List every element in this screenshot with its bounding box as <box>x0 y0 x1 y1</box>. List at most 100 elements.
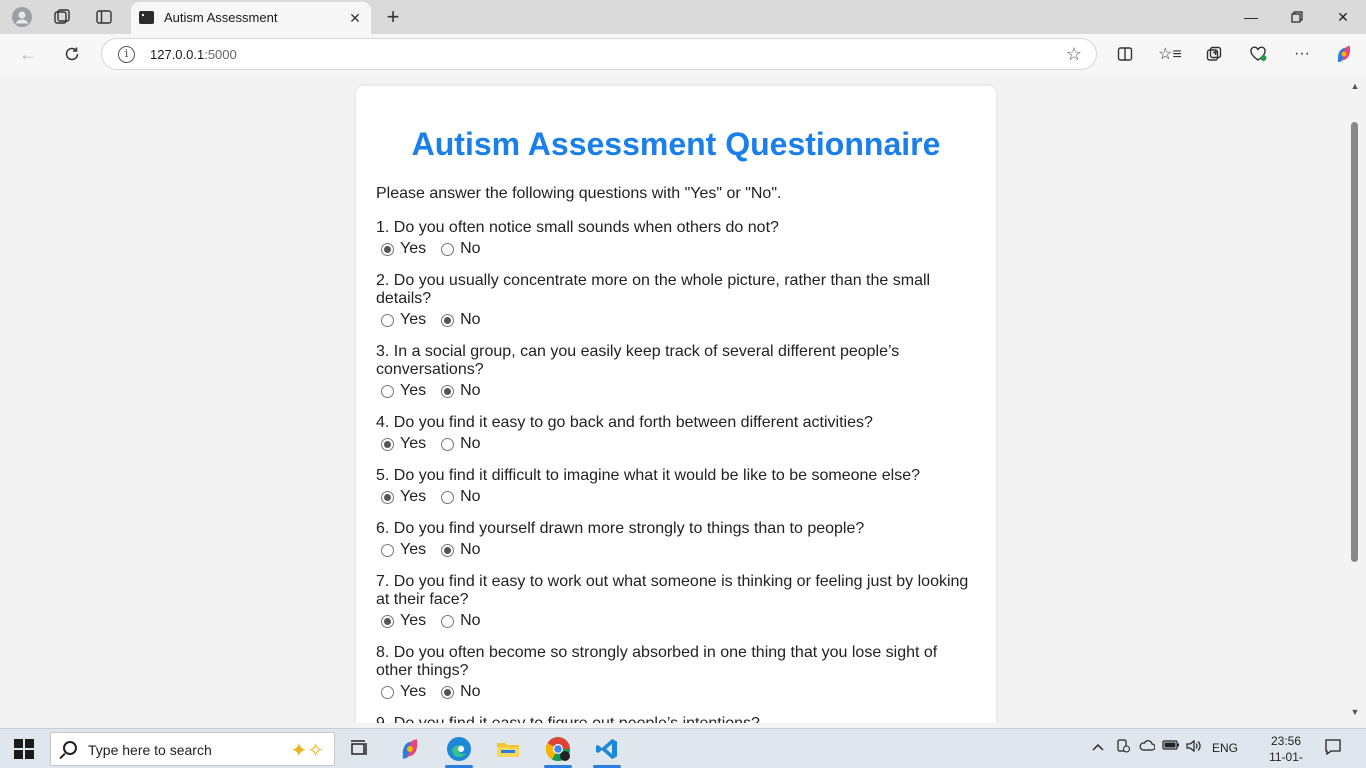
radio-no[interactable] <box>441 384 455 398</box>
search-highlight-icon: ✦✧ <box>290 740 324 762</box>
favorite-star-icon[interactable]: ☆ <box>1066 44 1082 65</box>
radio-yes[interactable] <box>381 384 394 398</box>
question-text: 9. Do you find it easy to figure out peo… <box>376 715 976 723</box>
radio-yes-label[interactable]: Yes <box>400 488 426 506</box>
question-text: 6. Do you find yourself drawn more stron… <box>376 520 865 537</box>
radio-yes-label[interactable]: Yes <box>400 435 426 453</box>
radio-yes[interactable] <box>381 490 394 504</box>
question-text: 8. Do you often become so strongly absor… <box>376 644 938 679</box>
terminal-favicon-icon <box>139 11 154 24</box>
radio-yes-label[interactable]: Yes <box>400 541 426 559</box>
scroll-up-icon[interactable]: ▲ <box>1350 81 1360 91</box>
radio-no-label[interactable]: No <box>460 488 480 506</box>
battery-icon[interactable] <box>1162 739 1180 754</box>
radio-yes[interactable] <box>381 685 394 699</box>
scrollbar-thumb[interactable] <box>1351 122 1358 562</box>
radio-yes[interactable] <box>381 242 394 256</box>
question-item: 8. Do you often become so strongly absor… <box>376 644 976 702</box>
question-item: 6. Do you find yourself drawn more stron… <box>376 520 976 560</box>
radio-yes-label[interactable]: Yes <box>400 240 426 258</box>
start-windows-icon[interactable] <box>14 739 34 759</box>
radio-yes-label[interactable]: Yes <box>400 683 426 701</box>
search-icon <box>63 741 77 755</box>
radio-no[interactable] <box>441 242 455 256</box>
radio-no-label[interactable]: No <box>460 541 480 559</box>
file-explorer-icon[interactable] <box>485 729 531 768</box>
address-bar[interactable]: i 127.0.0.1:5000 ☆ <box>101 38 1097 70</box>
tab-title: Autism Assessment <box>164 10 278 25</box>
question-text: 2. Do you usually concentrate more on th… <box>376 272 931 307</box>
radio-no-label[interactable]: No <box>460 311 480 329</box>
taskbar-search[interactable]: Type here to search ✦✧ <box>50 732 335 766</box>
back-icon[interactable]: ← <box>13 39 43 69</box>
scroll-down-icon[interactable]: ▼ <box>1350 707 1360 717</box>
new-tab-icon[interactable]: + <box>380 4 406 30</box>
device-icon[interactable] <box>1116 739 1130 756</box>
answer-options: Yes No <box>376 434 976 454</box>
radio-no[interactable] <box>441 685 455 699</box>
volume-icon[interactable] <box>1186 739 1202 756</box>
clock-date: 11-01-2025 <box>1269 750 1303 768</box>
windows-taskbar: Type here to search ✦✧ ENG 23:56 11-01-2… <box>0 728 1366 768</box>
radio-no[interactable] <box>441 543 455 557</box>
radio-no[interactable] <box>441 614 455 628</box>
radio-no-label[interactable]: No <box>460 612 480 630</box>
minimize-icon[interactable]: — <box>1228 0 1274 34</box>
tab-autism-assessment[interactable]: Autism Assessment ✕ <box>131 2 371 34</box>
radio-no-label[interactable]: No <box>460 683 480 701</box>
url-host: 127.0.0.1 <box>150 47 205 62</box>
radio-no[interactable] <box>441 490 455 504</box>
onedrive-cloud-icon[interactable] <box>1139 739 1156 754</box>
question-text: 3. In a social group, can you easily kee… <box>376 343 900 378</box>
vscode-app-icon[interactable] <box>584 729 630 768</box>
site-info-icon[interactable]: i <box>118 46 135 63</box>
show-hidden-icons-icon[interactable] <box>1092 739 1104 754</box>
answer-options: Yes No <box>376 611 976 631</box>
page-viewport: Autism Assessment Questionnaire Please a… <box>4 75 1348 723</box>
close-tab-icon[interactable]: ✕ <box>345 8 365 28</box>
radio-yes[interactable] <box>381 313 394 327</box>
answer-options: Yes No <box>376 381 976 401</box>
copilot-app-icon[interactable] <box>387 729 433 768</box>
favorites-icon[interactable]: ☆≡ <box>1155 39 1185 69</box>
refresh-icon[interactable] <box>57 39 87 69</box>
notifications-icon[interactable] <box>1324 738 1342 759</box>
page-scrollbar[interactable]: ▲ ▼ <box>1348 75 1362 723</box>
copilot-icon[interactable] <box>1329 39 1359 69</box>
browser-essentials-icon[interactable] <box>1243 39 1273 69</box>
questionnaire-card: Autism Assessment Questionnaire Please a… <box>356 86 996 723</box>
radio-no[interactable] <box>441 313 455 327</box>
split-screen-icon[interactable] <box>1110 39 1140 69</box>
close-window-icon[interactable]: ✕ <box>1320 0 1366 34</box>
question-item: 9. Do you find it easy to figure out peo… <box>376 715 976 723</box>
collections-icon[interactable] <box>1199 39 1229 69</box>
question-item: 1. Do you often notice small sounds when… <box>376 219 976 259</box>
radio-yes-label[interactable]: Yes <box>400 382 426 400</box>
tab-actions-icon[interactable] <box>90 4 118 30</box>
radio-yes[interactable] <box>381 543 394 557</box>
workspaces-icon[interactable] <box>48 4 76 30</box>
answer-options: Yes No <box>376 310 976 330</box>
chrome-app-icon[interactable] <box>535 729 581 768</box>
edge-app-icon[interactable] <box>436 729 482 768</box>
profile-icon[interactable] <box>8 4 36 30</box>
page-title: Autism Assessment Questionnaire <box>411 126 941 162</box>
restore-icon[interactable] <box>1274 0 1320 34</box>
question-item: 5. Do you find it difficult to imagine w… <box>376 467 976 507</box>
radio-yes[interactable] <box>381 614 394 628</box>
url-port: :5000 <box>204 47 237 62</box>
radio-no-label[interactable]: No <box>460 435 480 453</box>
radio-no-label[interactable]: No <box>460 382 480 400</box>
radio-yes-label[interactable]: Yes <box>400 311 426 329</box>
clock[interactable]: 23:56 11-01-2025 <box>1256 733 1316 768</box>
more-options-icon[interactable]: ··· <box>1287 39 1317 69</box>
radio-no[interactable] <box>441 437 455 451</box>
radio-no-label[interactable]: No <box>460 240 480 258</box>
url-text: 127.0.0.1:5000 <box>150 47 237 62</box>
answer-options: Yes No <box>376 682 976 702</box>
search-placeholder: Type here to search <box>88 742 212 758</box>
radio-yes-label[interactable]: Yes <box>400 612 426 630</box>
task-view-icon[interactable] <box>337 729 383 768</box>
language-indicator[interactable]: ENG <box>1212 741 1238 755</box>
radio-yes[interactable] <box>381 437 394 451</box>
